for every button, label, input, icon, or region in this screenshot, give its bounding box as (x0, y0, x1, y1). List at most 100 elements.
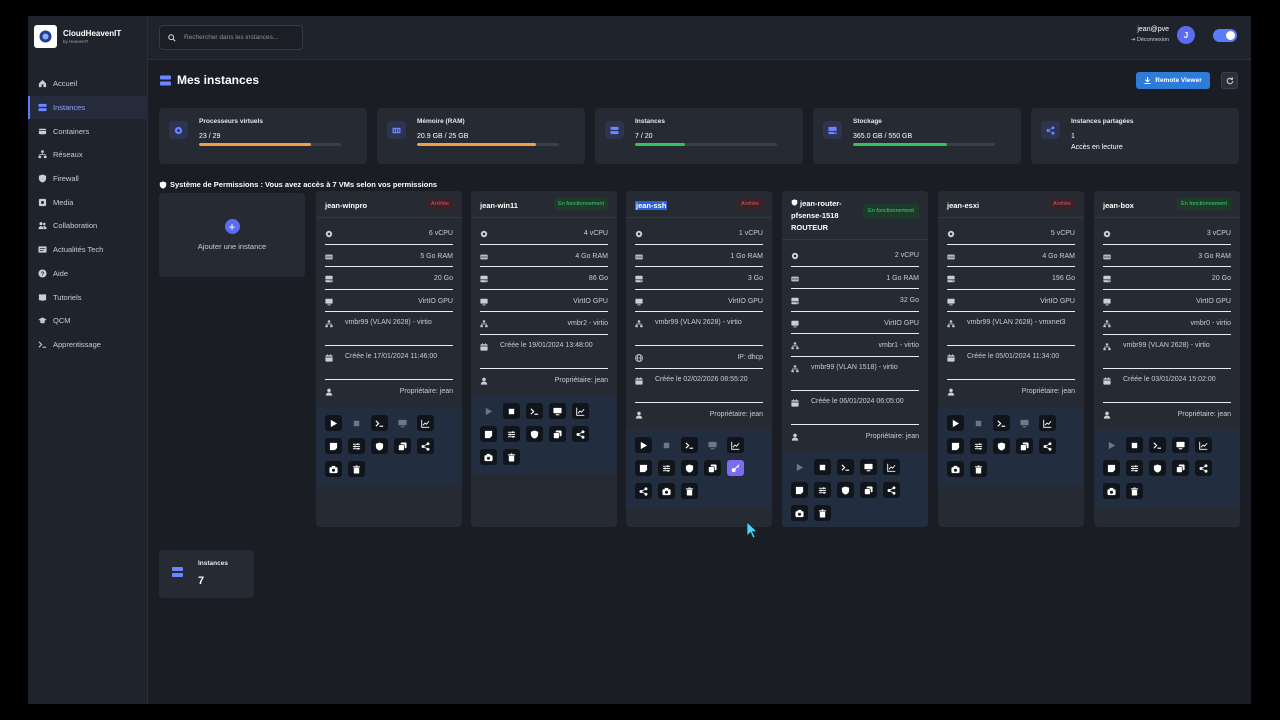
camera-button[interactable] (1103, 483, 1120, 499)
theme-toggle[interactable] (1213, 28, 1237, 42)
play-button[interactable] (791, 459, 808, 475)
trash-button[interactable] (348, 461, 365, 477)
sidebar-item-collaboration[interactable]: Collaboration (28, 214, 148, 238)
chart-button[interactable] (1195, 437, 1212, 453)
stop-button[interactable] (814, 459, 831, 475)
trash-button[interactable] (814, 505, 831, 521)
note-button[interactable] (325, 438, 342, 454)
chart-button[interactable] (417, 415, 434, 431)
remote-viewer-button[interactable]: Remote Viewer (1136, 72, 1210, 89)
sliders-button[interactable] (1126, 460, 1143, 476)
play-button[interactable] (325, 415, 342, 431)
sidebar-item-aide[interactable]: ? Aide (28, 262, 148, 286)
camera-button[interactable] (325, 461, 342, 477)
add-instance-card[interactable]: + Ajouter une instance (159, 193, 305, 277)
brand[interactable]: CloudHeavenIT by HeavenIT (34, 25, 121, 48)
vm-name[interactable]: jean-ssh (635, 200, 697, 212)
play-button[interactable] (947, 415, 964, 431)
stop-button[interactable] (1126, 437, 1143, 453)
logout-link[interactable]: ⇥ Déconnexion (1131, 35, 1169, 45)
console-button[interactable] (993, 415, 1010, 431)
shield-button[interactable] (837, 482, 854, 498)
shield-button[interactable] (526, 426, 543, 442)
note-button[interactable] (635, 460, 652, 476)
console-button[interactable] (371, 415, 388, 431)
clone-button[interactable] (704, 460, 721, 476)
sidebar-item-apprentissage[interactable]: Apprentissage (28, 333, 148, 357)
clone-button[interactable] (860, 482, 877, 498)
sliders-button[interactable] (970, 438, 987, 454)
clone-button[interactable] (1172, 460, 1189, 476)
console-button[interactable] (526, 403, 543, 419)
display-button[interactable] (704, 437, 721, 453)
share-button[interactable] (883, 482, 900, 498)
vm-name[interactable]: jean-router-pfsense-1518 ROUTEUR (791, 198, 853, 234)
console-button[interactable] (1149, 437, 1166, 453)
trash-button[interactable] (681, 483, 698, 499)
shield-button[interactable] (681, 460, 698, 476)
console-button[interactable] (681, 437, 698, 453)
note-button[interactable] (1103, 460, 1120, 476)
search-input[interactable]: Rechercher dans les instances... (159, 25, 303, 50)
sidebar-item-media[interactable]: Media (28, 190, 148, 214)
sidebar-item-containers[interactable]: Containers (28, 119, 148, 143)
camera-button[interactable] (791, 505, 808, 521)
shield-button[interactable] (1149, 460, 1166, 476)
note-button[interactable] (947, 438, 964, 454)
play-button[interactable] (1103, 437, 1120, 453)
sliders-button[interactable] (814, 482, 831, 498)
sidebar-item-accueil[interactable]: Accueil (28, 72, 148, 96)
play-button[interactable] (635, 437, 652, 453)
sidebar-item-tutoriels[interactable]: Tutoriels (28, 285, 148, 309)
share-button[interactable] (1195, 460, 1212, 476)
stop-button[interactable] (503, 403, 520, 419)
vm-specs: 5 vCPU 4 Go RAM 196 Go VirtIO GPU vmbr99 (VL… (938, 218, 1084, 403)
key-button[interactable] (727, 460, 744, 476)
clone-button[interactable] (394, 438, 411, 454)
vm-name[interactable]: jean-win11 (480, 200, 542, 212)
clone-button[interactable] (1016, 438, 1033, 454)
display-button[interactable] (1016, 415, 1033, 431)
shield-button[interactable] (371, 438, 388, 454)
refresh-button[interactable] (1221, 72, 1238, 89)
sidebar-item-actualit-s-tech[interactable]: Actualités Tech (28, 238, 148, 262)
sidebar-item-qcm[interactable]: QCM (28, 309, 148, 333)
vm-name[interactable]: jean-esxi (947, 200, 1009, 212)
note-button[interactable] (791, 482, 808, 498)
display-button[interactable] (1172, 437, 1189, 453)
stop-button[interactable] (348, 415, 365, 431)
chart-button[interactable] (883, 459, 900, 475)
display-button[interactable] (394, 415, 411, 431)
stop-button[interactable] (970, 415, 987, 431)
share-button[interactable] (572, 426, 589, 442)
chart-button[interactable] (727, 437, 744, 453)
share-button[interactable] (635, 483, 652, 499)
camera-button[interactable] (480, 449, 497, 465)
console-button[interactable] (837, 459, 854, 475)
clone-button[interactable] (549, 426, 566, 442)
trash-button[interactable] (1126, 483, 1143, 499)
chart-button[interactable] (572, 403, 589, 419)
trash-button[interactable] (503, 449, 520, 465)
display-button[interactable] (549, 403, 566, 419)
camera-button[interactable] (658, 483, 675, 499)
sidebar-item-r-seaux[interactable]: Réseaux (28, 143, 148, 167)
vm-name[interactable]: jean-box (1103, 200, 1165, 212)
trash-button[interactable] (970, 461, 987, 477)
avatar[interactable]: J (1177, 26, 1195, 44)
share-button[interactable] (417, 438, 434, 454)
display-button[interactable] (860, 459, 877, 475)
play-button[interactable] (480, 403, 497, 419)
chart-button[interactable] (1039, 415, 1056, 431)
vm-name[interactable]: jean-winpro (325, 200, 387, 212)
share-button[interactable] (1039, 438, 1056, 454)
sliders-button[interactable] (348, 438, 365, 454)
camera-button[interactable] (947, 461, 964, 477)
sidebar-item-firewall[interactable]: Firewall (28, 167, 148, 191)
stop-button[interactable] (658, 437, 675, 453)
shield-button[interactable] (993, 438, 1010, 454)
sidebar-item-instances[interactable]: Instances (28, 95, 148, 120)
sliders-button[interactable] (503, 426, 520, 442)
note-button[interactable] (480, 426, 497, 442)
sliders-button[interactable] (658, 460, 675, 476)
